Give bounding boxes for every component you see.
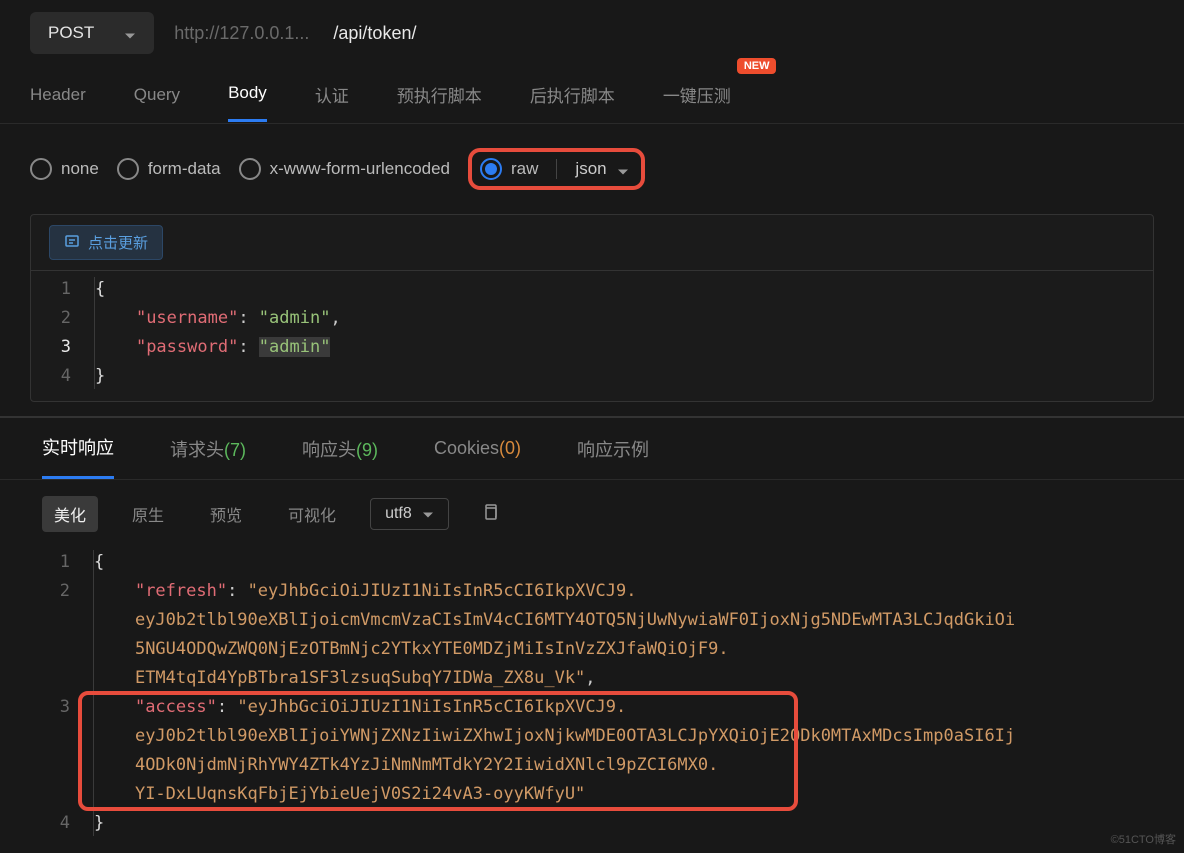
radio-form-data[interactable]: form-data [117,158,221,180]
method-value: POST [48,23,94,43]
chevron-down-icon [617,163,629,175]
refresh-label: 点击更新 [88,232,148,253]
method-select[interactable]: POST [30,12,154,54]
request-tabs: Header Query Body 认证 预执行脚本 后执行脚本 一键压测 NE… [0,72,1184,124]
tab-body[interactable]: Body [228,73,267,122]
url-input[interactable]: http://127.0.0.1... /api/token/ [174,23,416,44]
refresh-button[interactable]: 点击更新 [49,225,163,260]
response-tabs: 实时响应 请求头(7) 响应头(9) Cookies(0) 响应示例 [0,418,1184,480]
refresh-icon [64,233,80,253]
code-content: { "username": "admin", "password": "admi… [87,275,1153,391]
watermark: ©51CTO博客 [1111,831,1176,847]
editor-toolbar: 点击更新 [31,215,1153,271]
chevron-down-icon [124,27,136,39]
tab-prescript[interactable]: 预执行脚本 [397,72,482,123]
radio-raw[interactable]: raw [480,158,538,180]
format-value: json [575,159,606,179]
tab-auth[interactable]: 认证 [315,72,349,123]
response-body[interactable]: 1 2 3 4 { "refresh": "eyJhbGciOiJIUzI1Ni… [30,548,1154,838]
tab-header[interactable]: Header [30,75,86,121]
tab-postscript[interactable]: 后执行脚本 [530,72,615,123]
rtab-example[interactable]: 响应示例 [577,436,649,478]
url-path: /api/token/ [333,23,416,44]
rtab-cookies[interactable]: Cookies(0) [434,438,521,475]
body-type-selector: none form-data x-www-form-urlencoded raw… [0,124,1184,214]
view-visual[interactable]: 可视化 [276,496,348,532]
encoding-value: utf8 [385,505,412,523]
response-content: { "refresh": "eyJhbGciOiJIUzI1NiIsInR5cC… [86,548,1154,838]
radio-urlencoded[interactable]: x-www-form-urlencoded [239,158,450,180]
url-host: http://127.0.0.1... [174,23,309,44]
radio-label: raw [511,159,538,179]
body-editor: 点击更新 1 2 3 4 { "username": "admin", "pas… [30,214,1154,402]
radio-icon [30,158,52,180]
radio-label: none [61,159,99,179]
encoding-select[interactable]: utf8 [370,498,449,530]
view-preview[interactable]: 预览 [198,496,254,532]
view-raw[interactable]: 原生 [120,496,176,532]
raw-format-highlight: raw json [468,148,645,190]
chevron-down-icon [422,508,434,520]
tab-loadtest-wrap[interactable]: 一键压测 NEW [663,72,777,123]
rtab-realtime[interactable]: 实时响应 [42,434,114,479]
radio-icon [117,158,139,180]
tab-query[interactable]: Query [134,75,180,121]
request-top-bar: POST http://127.0.0.1... /api/token/ [0,0,1184,72]
format-select[interactable]: json [556,159,628,179]
response-gutter: 1 2 3 4 [30,548,86,838]
radio-label: form-data [148,159,221,179]
rtab-response-headers[interactable]: 响应头(9) [302,436,378,478]
rtab-request-headers[interactable]: 请求头(7) [170,436,246,478]
view-beautify[interactable]: 美化 [42,496,98,532]
new-badge: NEW [737,58,777,74]
radio-icon-checked [480,158,502,180]
radio-icon [239,158,261,180]
radio-label: x-www-form-urlencoded [270,159,450,179]
request-body-code[interactable]: 1 2 3 4 { "username": "admin", "password… [31,271,1153,401]
line-gutter: 1 2 3 4 [31,275,87,391]
radio-none[interactable]: none [30,158,99,180]
copy-icon[interactable] [481,503,499,526]
tab-loadtest: 一键压测 [663,72,733,123]
response-view-toolbar: 美化 原生 预览 可视化 utf8 [0,480,1184,548]
